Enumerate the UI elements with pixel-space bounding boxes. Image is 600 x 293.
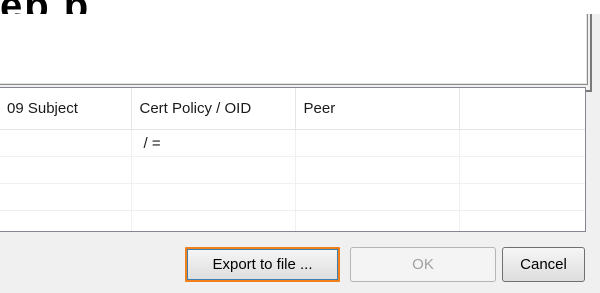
table-row[interactable] (0, 210, 585, 231)
dialog-window: ep p 09 Subject Cert Policy / OID Peer (0, 0, 600, 293)
table-cell (459, 210, 585, 231)
column-header-subject[interactable]: 09 Subject (0, 88, 132, 130)
table-cell (0, 183, 132, 211)
column-header-peer[interactable]: Peer (295, 88, 460, 130)
table-cell: / = (131, 129, 296, 157)
certificate-table: 09 Subject Cert Policy / OID Peer / = (0, 88, 585, 231)
table-cell (295, 156, 460, 184)
column-header-extra[interactable] (459, 88, 585, 130)
table-cell (0, 156, 132, 184)
table-cell (459, 156, 585, 184)
table-cell (295, 210, 460, 231)
screenshot-stage: ep p 09 Subject Cert Policy / OID Peer (0, 0, 600, 293)
table-row[interactable]: / = (0, 129, 585, 157)
table-row[interactable] (0, 156, 585, 184)
table-row[interactable] (0, 183, 585, 211)
table-header-row: 09 Subject Cert Policy / OID Peer (0, 88, 585, 130)
cropped-heading: ep p (0, 0, 600, 14)
table-cell (0, 210, 132, 231)
table-cell (0, 129, 132, 157)
table-cell (131, 183, 296, 211)
table-cell (131, 156, 296, 184)
table-cell (459, 183, 585, 211)
table-cell (295, 129, 460, 157)
certificate-grid[interactable]: 09 Subject Cert Policy / OID Peer / = (0, 87, 586, 232)
export-to-file-button[interactable]: Export to file ... (185, 247, 340, 282)
table-cell (131, 210, 296, 231)
table-cell (295, 183, 460, 211)
cancel-button[interactable]: Cancel (502, 247, 585, 282)
column-header-cert-policy[interactable]: Cert Policy / OID (131, 88, 296, 130)
ok-button[interactable]: OK (350, 247, 496, 282)
table-cell (459, 129, 585, 157)
